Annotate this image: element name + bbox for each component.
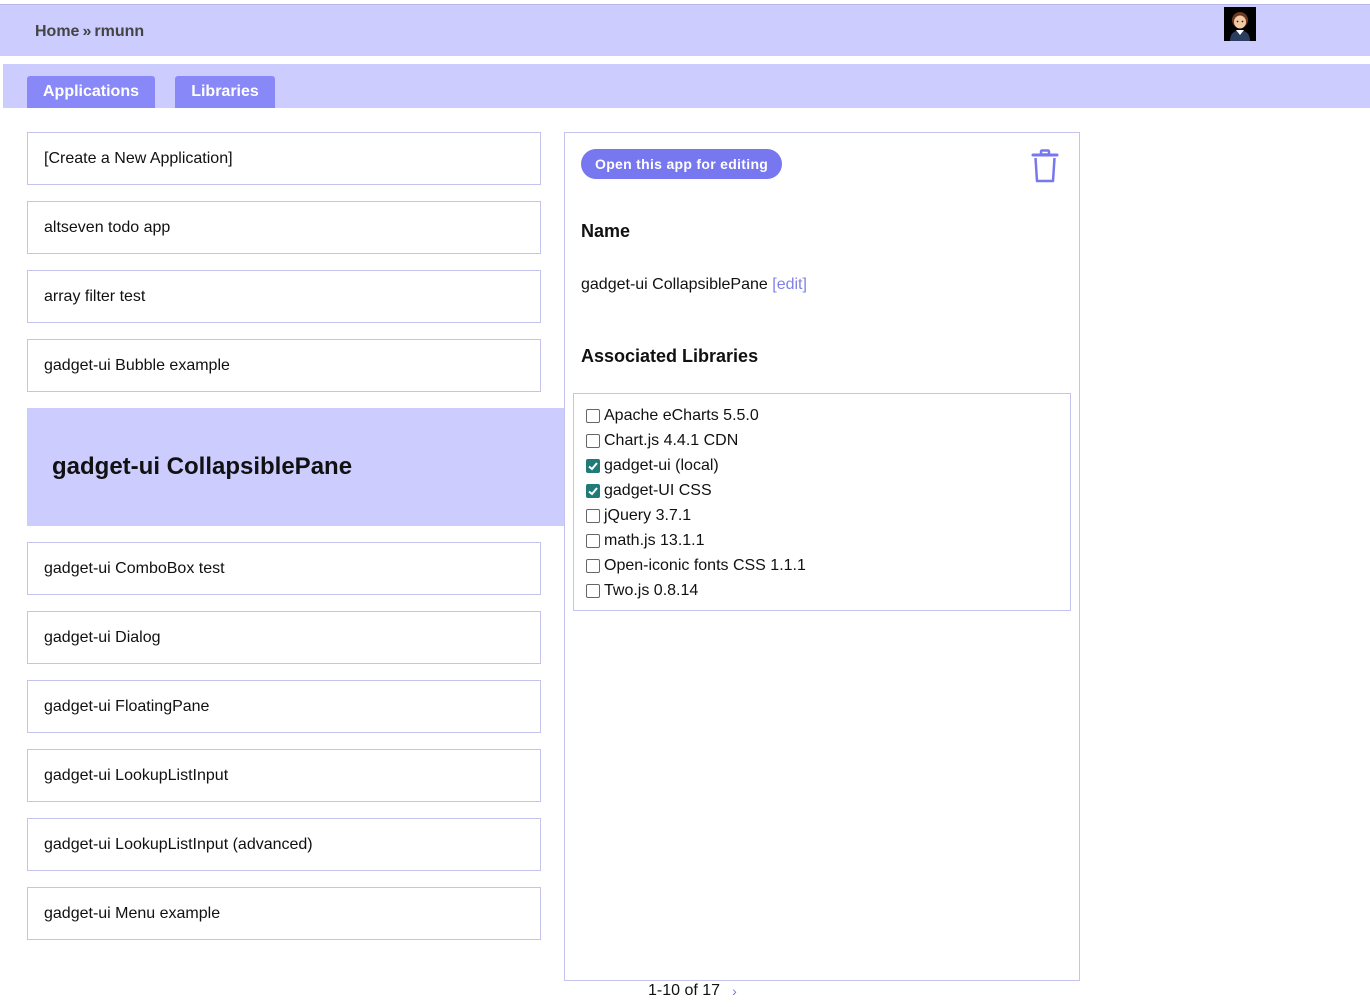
trash-icon[interactable] (1031, 149, 1059, 183)
tab-applications[interactable]: Applications (27, 76, 155, 108)
library-row[interactable]: Chart.js 4.4.1 CDN (586, 428, 1070, 453)
list-item[interactable]: array filter test (27, 270, 541, 323)
pagination: 1-10 of 17 › (648, 982, 737, 1000)
library-label: Apache eCharts 5.5.0 (604, 406, 759, 424)
associated-libraries-heading: Associated Libraries (581, 346, 759, 366)
list-item-selected[interactable]: gadget-ui CollapsiblePane (27, 408, 565, 526)
checkmark-icon (588, 486, 598, 495)
checkbox[interactable] (586, 433, 600, 448)
list-item[interactable]: gadget-ui LookupListInput (27, 749, 541, 802)
tab-libraries[interactable]: Libraries (175, 76, 275, 108)
top-bar: Home » rmunn (0, 4, 1370, 56)
list-item[interactable]: gadget-ui Bubble example (27, 339, 541, 392)
checkbox[interactable] (586, 533, 600, 548)
library-label: Chart.js 4.4.1 CDN (604, 431, 739, 449)
app-detail-panel: Open this app for editing Name gadget-ui… (564, 132, 1080, 981)
checkbox[interactable] (586, 583, 600, 598)
library-row[interactable]: Two.js 0.8.14 (586, 578, 1070, 603)
list-item[interactable]: gadget-ui LookupListInput (advanced) (27, 818, 541, 871)
library-checklist: Apache eCharts 5.5.0 Chart.js 4.4.1 CDN … (573, 393, 1071, 611)
user-avatar[interactable] (1224, 7, 1256, 41)
checkbox[interactable] (586, 508, 600, 523)
library-label: gadget-ui (local) (604, 456, 719, 474)
name-heading: Name (581, 221, 631, 241)
library-row[interactable]: math.js 13.1.1 (586, 528, 1070, 553)
library-row[interactable]: gadget-UI CSS (586, 478, 1070, 503)
library-label: gadget-UI CSS (604, 481, 712, 499)
checkbox-checked[interactable] (586, 483, 600, 498)
library-label: math.js 13.1.1 (604, 531, 705, 549)
pagination-range: 1-10 of 17 (648, 982, 721, 999)
name-value-row: gadget-ui CollapsiblePane [edit] (581, 276, 807, 294)
library-row[interactable]: Apache eCharts 5.5.0 (586, 403, 1070, 428)
library-label: jQuery 3.7.1 (604, 506, 692, 524)
checkmark-icon (588, 461, 598, 470)
list-item-create-app[interactable]: [Create a New Application] (27, 132, 541, 185)
checkbox[interactable] (586, 558, 600, 573)
list-item[interactable]: gadget-ui ComboBox test (27, 542, 541, 595)
checkbox[interactable] (586, 408, 600, 423)
library-row[interactable]: jQuery 3.7.1 (586, 503, 1070, 528)
breadcrumb-user: rmunn (94, 23, 145, 40)
edit-name-link[interactable]: [edit] (772, 276, 807, 293)
checkbox-checked[interactable] (586, 458, 600, 473)
next-page-chevron-icon[interactable]: › (732, 983, 737, 999)
list-item[interactable]: altseven todo app (27, 201, 541, 254)
list-item[interactable]: gadget-ui Dialog (27, 611, 541, 664)
library-row[interactable]: Open-iconic fonts CSS 1.1.1 (586, 553, 1070, 578)
breadcrumb-separator: » (82, 23, 92, 40)
library-label: Two.js 0.8.14 (604, 581, 699, 599)
open-for-editing-button[interactable]: Open this app for editing (581, 149, 783, 179)
list-item[interactable]: gadget-ui Menu example (27, 887, 541, 940)
app-name-value: gadget-ui CollapsiblePane (581, 276, 768, 293)
library-label: Open-iconic fonts CSS 1.1.1 (604, 556, 806, 574)
breadcrumb: Home » rmunn (35, 23, 144, 41)
tab-bar: Applications Libraries (3, 64, 1370, 108)
list-item[interactable]: gadget-ui FloatingPane (27, 680, 541, 733)
breadcrumb-home-link[interactable]: Home (35, 23, 79, 41)
library-row[interactable]: gadget-ui (local) (586, 453, 1070, 478)
